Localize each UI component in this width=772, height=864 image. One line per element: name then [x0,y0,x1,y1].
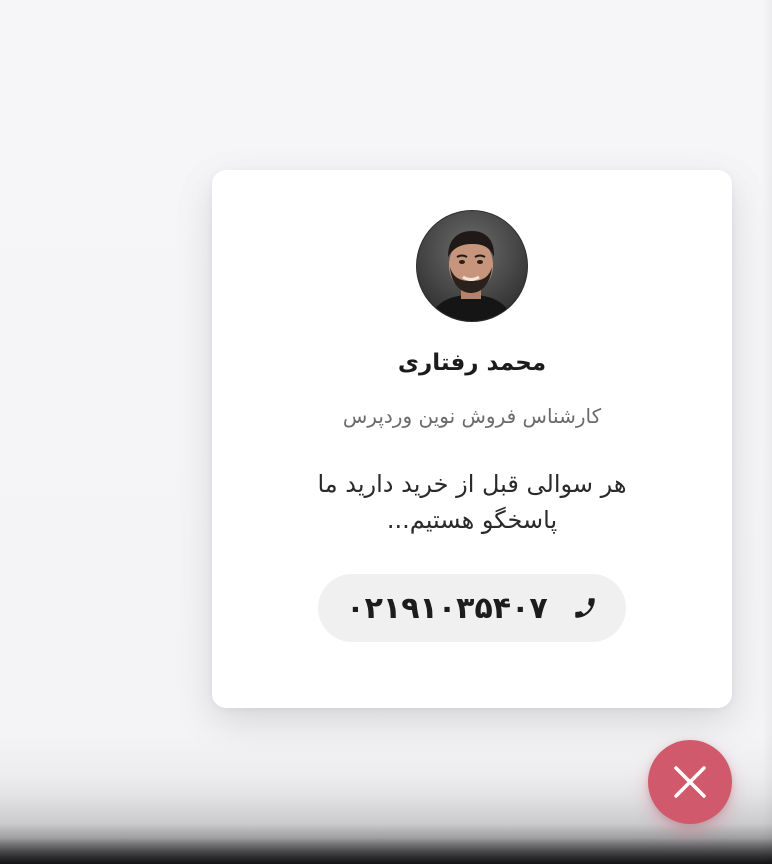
support-contact-card: محمد رفتاری کارشناس فروش نوین وردپرس هر … [212,170,732,708]
support-message: هر سوالی قبل از خرید دارید ما پاسخگو هست… [317,470,627,534]
agent-avatar [416,210,528,322]
agent-name: محمد رفتاری [397,350,547,376]
phone-number: ۰۲۱۹۱۰۳۵۴۰۷ [346,590,548,626]
agent-avatar-photo [417,211,527,321]
page-edge-shade [762,0,772,864]
phone-icon [572,595,598,621]
call-button[interactable]: ۰۲۱۹۱۰۳۵۴۰۷ [318,574,626,642]
close-chat-button[interactable] [648,740,732,824]
agent-role: کارشناس فروش نوین وردپرس [342,404,602,428]
close-icon [674,766,706,798]
